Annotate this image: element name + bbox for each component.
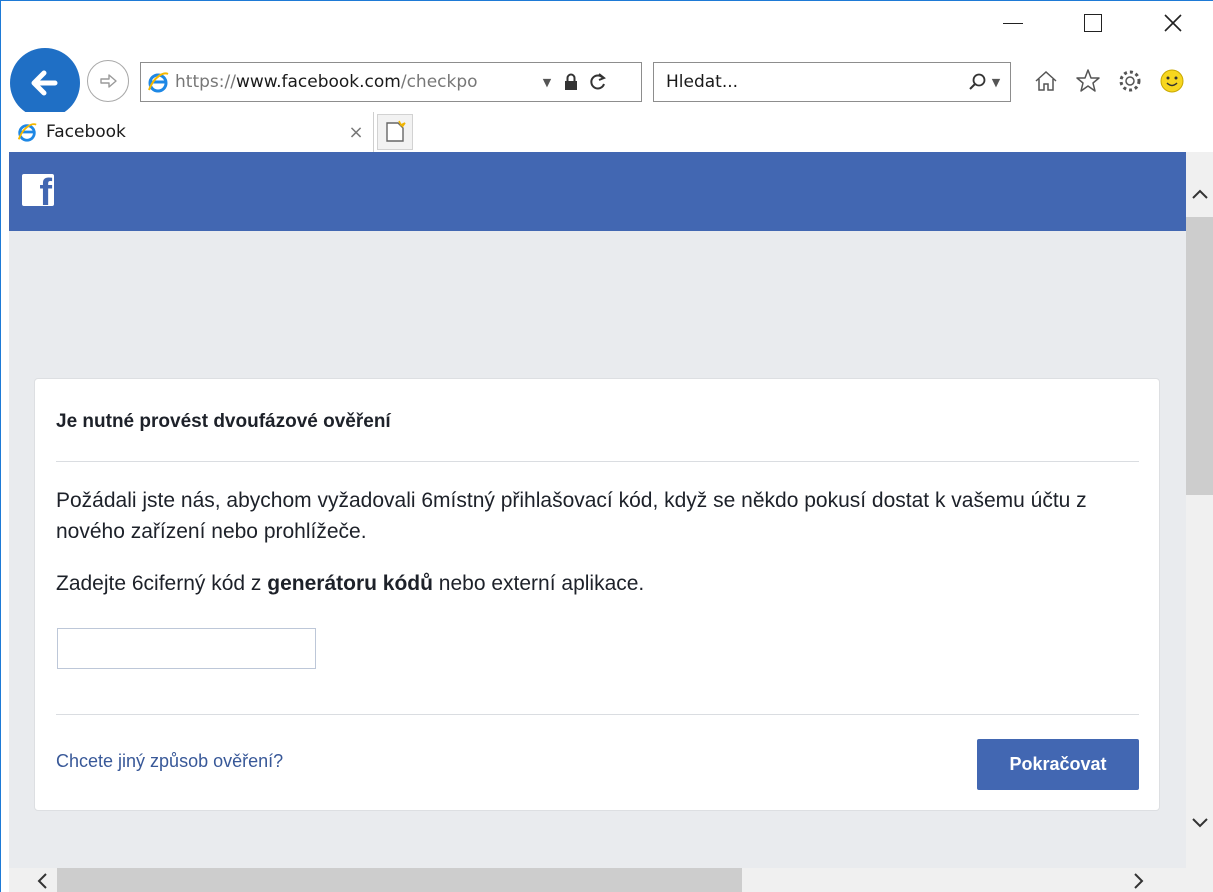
window-caption-buttons bbox=[973, 1, 1213, 45]
arrow-right-icon bbox=[100, 74, 117, 88]
search-dropdown-icon: ▼ bbox=[991, 75, 1001, 89]
search-button[interactable]: ▼ bbox=[958, 72, 1010, 92]
new-tab-button[interactable] bbox=[377, 114, 413, 150]
new-tab-icon bbox=[386, 120, 406, 142]
favorites-button[interactable] bbox=[1071, 64, 1105, 98]
smiley-icon bbox=[1160, 69, 1184, 93]
forward-button[interactable] bbox=[87, 60, 129, 102]
toolbar-icons bbox=[1029, 61, 1189, 101]
code-generator-text: generátoru kódů bbox=[267, 572, 433, 595]
facebook-header: f bbox=[9, 152, 1186, 231]
tab-facebook[interactable]: Facebook × bbox=[8, 112, 374, 152]
address-scheme: https:// bbox=[175, 72, 236, 92]
horizontal-scrollbar[interactable] bbox=[9, 868, 1213, 892]
refresh-icon[interactable] bbox=[583, 72, 613, 92]
scroll-down-icon[interactable] bbox=[1186, 809, 1213, 837]
scroll-right-icon[interactable] bbox=[1124, 868, 1154, 892]
card-instruction: Zadejte 6ciferný kód z generátoru kódů n… bbox=[56, 572, 644, 596]
instruction-text-after: nebo externí aplikace. bbox=[432, 572, 645, 595]
internet-explorer-icon bbox=[141, 70, 175, 94]
internet-explorer-icon bbox=[8, 121, 46, 143]
scroll-left-icon[interactable] bbox=[27, 868, 57, 892]
star-icon bbox=[1076, 69, 1100, 92]
home-icon bbox=[1035, 70, 1057, 91]
browser-window: https://www.facebook.com/checkpo ▼ Hleda… bbox=[0, 0, 1213, 892]
home-button[interactable] bbox=[1029, 64, 1063, 98]
lock-icon[interactable] bbox=[559, 73, 583, 91]
vertical-scrollbar[interactable] bbox=[1186, 152, 1213, 868]
search-box[interactable]: Hledat... ▼ bbox=[653, 62, 1011, 102]
address-bar[interactable]: https://www.facebook.com/checkpo ▼ bbox=[140, 62, 642, 102]
search-icon bbox=[969, 73, 986, 90]
address-path: /checkpo bbox=[400, 72, 478, 92]
close-tab-icon[interactable]: × bbox=[339, 122, 373, 143]
horizontal-scroll-thumb[interactable] bbox=[57, 868, 742, 892]
gear-icon bbox=[1119, 70, 1141, 92]
search-placeholder[interactable]: Hledat... bbox=[654, 72, 958, 92]
arrow-left-icon bbox=[31, 70, 58, 96]
back-button[interactable] bbox=[10, 48, 80, 118]
settings-button[interactable] bbox=[1113, 64, 1147, 98]
close-icon bbox=[1164, 14, 1182, 32]
address-url[interactable]: https://www.facebook.com/checkpo bbox=[175, 72, 535, 92]
card-title: Je nutné provést dvoufázové ověření bbox=[56, 411, 391, 432]
facebook-logo-letter: f bbox=[39, 174, 52, 206]
minimize-icon bbox=[1003, 22, 1023, 24]
page-viewport: f Je nutné provést dvoufázové ověření Po… bbox=[9, 152, 1186, 892]
code-input[interactable] bbox=[57, 628, 316, 669]
instruction-text-before: Zadejte 6ciferný kód z bbox=[56, 572, 268, 595]
maximize-icon bbox=[1084, 14, 1102, 32]
close-window-button[interactable] bbox=[1133, 1, 1213, 45]
scroll-up-icon[interactable] bbox=[1186, 180, 1213, 208]
divider bbox=[56, 714, 1139, 715]
vertical-scroll-thumb[interactable] bbox=[1186, 217, 1213, 495]
address-host: www.facebook.com bbox=[235, 72, 401, 92]
facebook-logo[interactable]: f bbox=[22, 174, 54, 206]
continue-button[interactable]: Pokračovat bbox=[977, 739, 1139, 790]
address-dropdown-icon[interactable]: ▼ bbox=[535, 76, 559, 89]
two-factor-card: Je nutné provést dvoufázové ověření Požá… bbox=[34, 378, 1160, 811]
divider bbox=[56, 461, 1139, 462]
feedback-button[interactable] bbox=[1155, 64, 1189, 98]
tab-title: Facebook bbox=[46, 122, 126, 142]
minimize-button[interactable] bbox=[973, 1, 1053, 45]
alternate-verification-link[interactable]: Chcete jiný způsob ověření? bbox=[56, 751, 283, 772]
card-description: Požádali jste nás, abychom vyžadovali 6m… bbox=[56, 489, 1087, 543]
maximize-button[interactable] bbox=[1053, 1, 1133, 45]
